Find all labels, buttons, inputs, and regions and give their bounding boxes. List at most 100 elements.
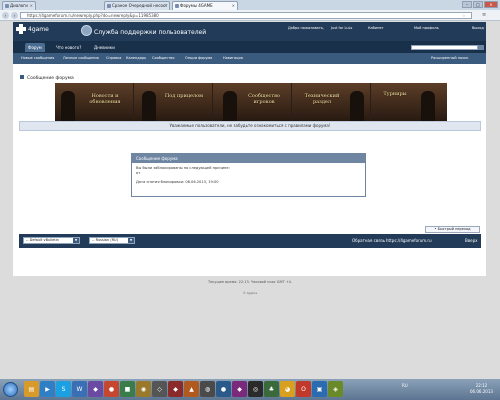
subnav-forum-options[interactable]: Опции форума — [185, 56, 212, 60]
media-player-icon[interactable]: ▶ — [40, 381, 55, 397]
tab-favicon-icon — [107, 4, 111, 8]
tab-close-icon[interactable]: × — [232, 3, 235, 8]
feedback-link[interactable]: Обратная связь — [352, 238, 385, 243]
skype-icon[interactable]: S — [56, 381, 71, 397]
app-icon[interactable]: ◆ — [88, 381, 103, 397]
banner-spotlight-label: Под прицелом — [164, 93, 204, 99]
close-window-button[interactable]: × — [484, 1, 498, 8]
maximize-button[interactable]: □ — [473, 1, 483, 8]
soldier-figure — [421, 91, 435, 121]
dropdown-arrow-icon: ▼ — [73, 238, 79, 243]
subnav-new-posts[interactable]: Новые сообщения — [21, 56, 54, 60]
cabinet-link[interactable]: Кабинет — [368, 26, 384, 30]
copyright-text: © 4game — [242, 291, 258, 295]
banner-news-label: Новости и обновления — [89, 93, 121, 105]
message-body: Вы были заблокированы по следующей причи… — [132, 163, 365, 188]
address-bar: ‹ › https://4gameforum.ru/newreply.php?d… — [0, 10, 500, 21]
tab-title: Сраное Очередной несост — [112, 3, 168, 8]
nav-whats-new[interactable]: Что нового? — [53, 43, 84, 52]
dropdown-arrow-icon: ▼ — [128, 238, 134, 243]
back-to-top-link[interactable]: Вверх — [465, 238, 477, 243]
home-icon[interactable] — [20, 75, 24, 79]
site-url-link[interactable]: https://4gameforum.ru — [386, 238, 432, 243]
logo-wordmark: 4game — [28, 26, 49, 33]
bookmark-star-icon[interactable]: ☆ — [462, 13, 466, 18]
game-icon[interactable]: ◆ — [168, 381, 183, 397]
url-input[interactable]: https://4gameforum.ru/newreply.php?do=ne… — [20, 12, 472, 19]
site-logo[interactable]: 4game — [16, 23, 61, 37]
banner-panel-spotlight[interactable]: Под прицелом — [134, 83, 212, 121]
app-icon[interactable]: ▣ — [312, 381, 327, 397]
subnav-private-messages[interactable]: Личные сообщения — [63, 56, 99, 60]
soldier-figure — [350, 91, 364, 121]
logout-link[interactable]: Выход — [472, 26, 484, 30]
search-input[interactable] — [411, 45, 478, 50]
subnav-help[interactable]: Справка — [106, 56, 121, 60]
style-select-value: -- Default vBulletin — [26, 238, 59, 242]
browser-tab-bar: Диалоги × Сраное Очередной несост × Фору… — [0, 0, 500, 10]
style-select[interactable]: -- Default vBulletin ▼ — [23, 237, 80, 244]
quick-jump-button[interactable]: • Быстрый переход — [425, 226, 480, 233]
nav-forum[interactable]: Форум — [25, 43, 45, 52]
language-select-value: -- Russian (RU) — [92, 238, 118, 242]
banner-panel-community[interactable]: Сообщество игроков — [213, 83, 291, 121]
sub-nav: Новые сообщения Личные сообщения Справка… — [13, 53, 486, 64]
tab-forum[interactable]: Форумы 4GAME × — [172, 1, 238, 10]
banner-community-label: Сообщество игроков — [248, 93, 280, 105]
username-link[interactable]: Just for LuLs — [331, 26, 352, 30]
subnav-calendar[interactable]: Календарь — [126, 56, 146, 60]
app-icon[interactable]: ◉ — [136, 381, 151, 397]
tab-dialogs[interactable]: Диалоги × — [2, 1, 36, 10]
wrench-icon[interactable]: ≡ — [482, 12, 486, 18]
app-icon[interactable]: ■ — [120, 381, 135, 397]
tab-title: Диалоги — [10, 3, 28, 8]
start-button[interactable] — [3, 382, 18, 397]
main-nav: Форум Что нового? Дневники — [13, 41, 486, 53]
game-icon[interactable]: ● — [104, 381, 119, 397]
system-clock[interactable]: 22:12 06.06.2013 — [470, 383, 493, 395]
tab-close-icon[interactable]: × — [30, 3, 33, 8]
nav-blogs[interactable]: Дневники — [91, 43, 118, 52]
ban-expiry-text: Дата снятия блокировки: 08.06.2013, 19:0… — [136, 180, 219, 184]
subnav-community[interactable]: Сообщество — [152, 56, 175, 60]
my-profile-link[interactable]: Мой профиль — [414, 26, 439, 30]
forum-message-box: Сообщение форума Вы были заблокированы п… — [131, 153, 366, 197]
app-icon[interactable]: ● — [216, 381, 231, 397]
tab-favicon-icon — [5, 4, 9, 8]
search-button[interactable] — [478, 45, 484, 50]
language-indicator[interactable]: RU — [402, 383, 408, 388]
app-icon[interactable]: ◈ — [328, 381, 343, 397]
rules-notice-text[interactable]: Уважаемые пользователи, не забудьте озна… — [170, 123, 331, 128]
logo-cross-icon — [16, 24, 26, 34]
page-viewport: 4game Служба поддержки пользователей Доб… — [0, 21, 500, 379]
word-icon[interactable]: W — [72, 381, 87, 397]
banner-panel-tech[interactable]: Технический раздел — [292, 83, 370, 121]
chrome-icon[interactable]: ◕ — [280, 381, 295, 397]
tab-other[interactable]: Сраное Очередной несост × — [104, 1, 170, 10]
game-icon[interactable]: ◆ — [232, 381, 247, 397]
tab-close-icon[interactable]: × — [164, 3, 167, 8]
game-icon[interactable]: ▲ — [184, 381, 199, 397]
subnav-navigation[interactable]: Навигация — [223, 56, 243, 60]
app-icon[interactable]: ◍ — [200, 381, 215, 397]
language-select[interactable]: -- Russian (RU) ▼ — [89, 237, 135, 244]
minimize-button[interactable]: – — [462, 1, 472, 8]
windows-taskbar: ▤ ▶ S W ◆ ● ■ ◉ ◇ ◆ ▲ ◍ ● ◆ ◎ ♣ ◕ O ▣ ◈ … — [0, 379, 500, 400]
app-icon[interactable]: ◎ — [248, 381, 263, 397]
opera-icon[interactable]: O — [296, 381, 311, 397]
banner-panel-tournaments[interactable]: Турниры — [371, 83, 447, 121]
explorer-icon[interactable]: ▤ — [24, 381, 39, 397]
forward-button[interactable]: › — [11, 12, 18, 19]
back-button[interactable]: ‹ — [2, 12, 9, 19]
site-subtitle: Служба поддержки пользователей — [94, 29, 207, 36]
sections-banner: Новости и обновления Под прицелом Сообще… — [55, 83, 447, 121]
advanced-search-link[interactable]: Расширенный поиск — [431, 56, 469, 60]
clock-date: 06.06.2013 — [470, 389, 493, 394]
banner-panel-news[interactable]: Новости и обновления — [55, 83, 133, 121]
window-controls: – □ × — [462, 1, 498, 8]
welcome-text: Добро пожаловать, — [288, 26, 325, 30]
banner-tech-label: Технический раздел — [304, 93, 340, 105]
breadcrumb-current: Сообщение форума — [27, 76, 74, 81]
app-icon[interactable]: ♣ — [264, 381, 279, 397]
app-icon[interactable]: ◇ — [152, 381, 167, 397]
